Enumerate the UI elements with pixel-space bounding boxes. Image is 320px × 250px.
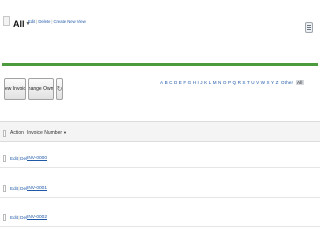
alpha-filter-t[interactable]: T [247,80,250,85]
refresh-icon[interactable]: ↻ [56,78,63,100]
alpha-filter-s[interactable]: S [242,80,245,85]
alpha-filter-v[interactable]: V [256,80,259,85]
column-header-invoice-number[interactable]: Invoice Number▼ [27,130,67,136]
row-actions: Edit | Del [10,186,27,191]
alpha-filter-c[interactable]: C [169,80,172,85]
view-select-value: All [13,18,25,29]
row-checkbox[interactable] [3,155,6,162]
alpha-filter-u[interactable]: U [251,80,254,85]
alpha-filter-k[interactable]: K [204,80,207,85]
alpha-filter-m[interactable]: M [213,80,217,85]
alpha-filter-n[interactable]: N [218,80,221,85]
help-icon[interactable] [305,22,313,33]
alpha-filter-o[interactable]: O [223,80,227,85]
alpha-filter-h[interactable]: H [193,80,196,85]
alpha-filter-l[interactable]: L [209,80,212,85]
alpha-filter-j[interactable]: J [200,80,202,85]
alpha-filter-other[interactable]: Other [281,80,293,85]
section-divider [2,63,318,66]
row-delete-link[interactable]: Del [20,186,27,191]
alpha-filter-a[interactable]: A [160,80,163,85]
row-edit-link[interactable]: Edit [10,156,18,161]
row-edit-link[interactable]: Edit [10,215,18,220]
table-row: Edit | Del INV-0001 [0,181,320,198]
alpha-filter-g[interactable]: G [188,80,192,85]
invoice-number-link[interactable]: INV-0001 [27,186,47,191]
column-header-action: Action [10,130,24,136]
alpha-filter-i[interactable]: I [198,80,199,85]
view-icon [3,16,10,26]
change-owner-button[interactable]: Change Owner [28,78,54,100]
alpha-filter-y[interactable]: Y [271,80,274,85]
alpha-filter-f[interactable]: F [183,80,186,85]
table-header: Action Invoice Number▼ [0,121,320,142]
table-row: Edit | Del INV-0000 [0,151,320,168]
row-actions: Edit | Del [10,156,27,161]
row-edit-link[interactable]: Edit [10,186,18,191]
column-header-invoice-number-label: Invoice Number [27,130,63,136]
new-invoice-button[interactable]: New Invoice [4,78,26,100]
table-row: Edit | Del INV-0002 [0,210,320,227]
create-new-view-link[interactable]: Create New View [54,19,86,24]
alpha-filter-r[interactable]: R [238,80,241,85]
row-checkbox[interactable] [3,214,6,221]
row-checkbox[interactable] [3,185,6,192]
select-all-checkbox[interactable] [3,130,6,137]
view-links: Edit | Delete | Create New View [28,19,86,24]
row-actions: Edit | Del [10,215,27,220]
edit-view-link[interactable]: Edit [28,19,35,24]
invoice-number-link[interactable]: INV-0002 [27,215,47,220]
sort-desc-icon: ▼ [63,130,67,135]
alpha-filter-w[interactable]: W [261,80,266,85]
row-delete-link[interactable]: Del [20,215,27,220]
link-separator: | [51,19,53,24]
alpha-filter-e[interactable]: E [179,80,182,85]
alpha-filter-all[interactable]: All [295,80,305,85]
alpha-filter-q[interactable]: Q [233,80,237,85]
alpha-filter-b[interactable]: B [165,80,168,85]
delete-view-link[interactable]: Delete [38,19,50,24]
invoice-number-link[interactable]: INV-0000 [27,156,47,161]
alphabet-filter: A B C D E F G H I J K L M N O P Q R S T U V W X Y Z Other All [160,80,305,85]
row-delete-link[interactable]: Del [20,156,27,161]
alpha-filter-p[interactable]: P [228,80,231,85]
alpha-filter-x[interactable]: X [266,80,269,85]
link-separator: | [36,19,38,24]
alpha-filter-d[interactable]: D [174,80,177,85]
alpha-filter-z[interactable]: Z [276,80,279,85]
